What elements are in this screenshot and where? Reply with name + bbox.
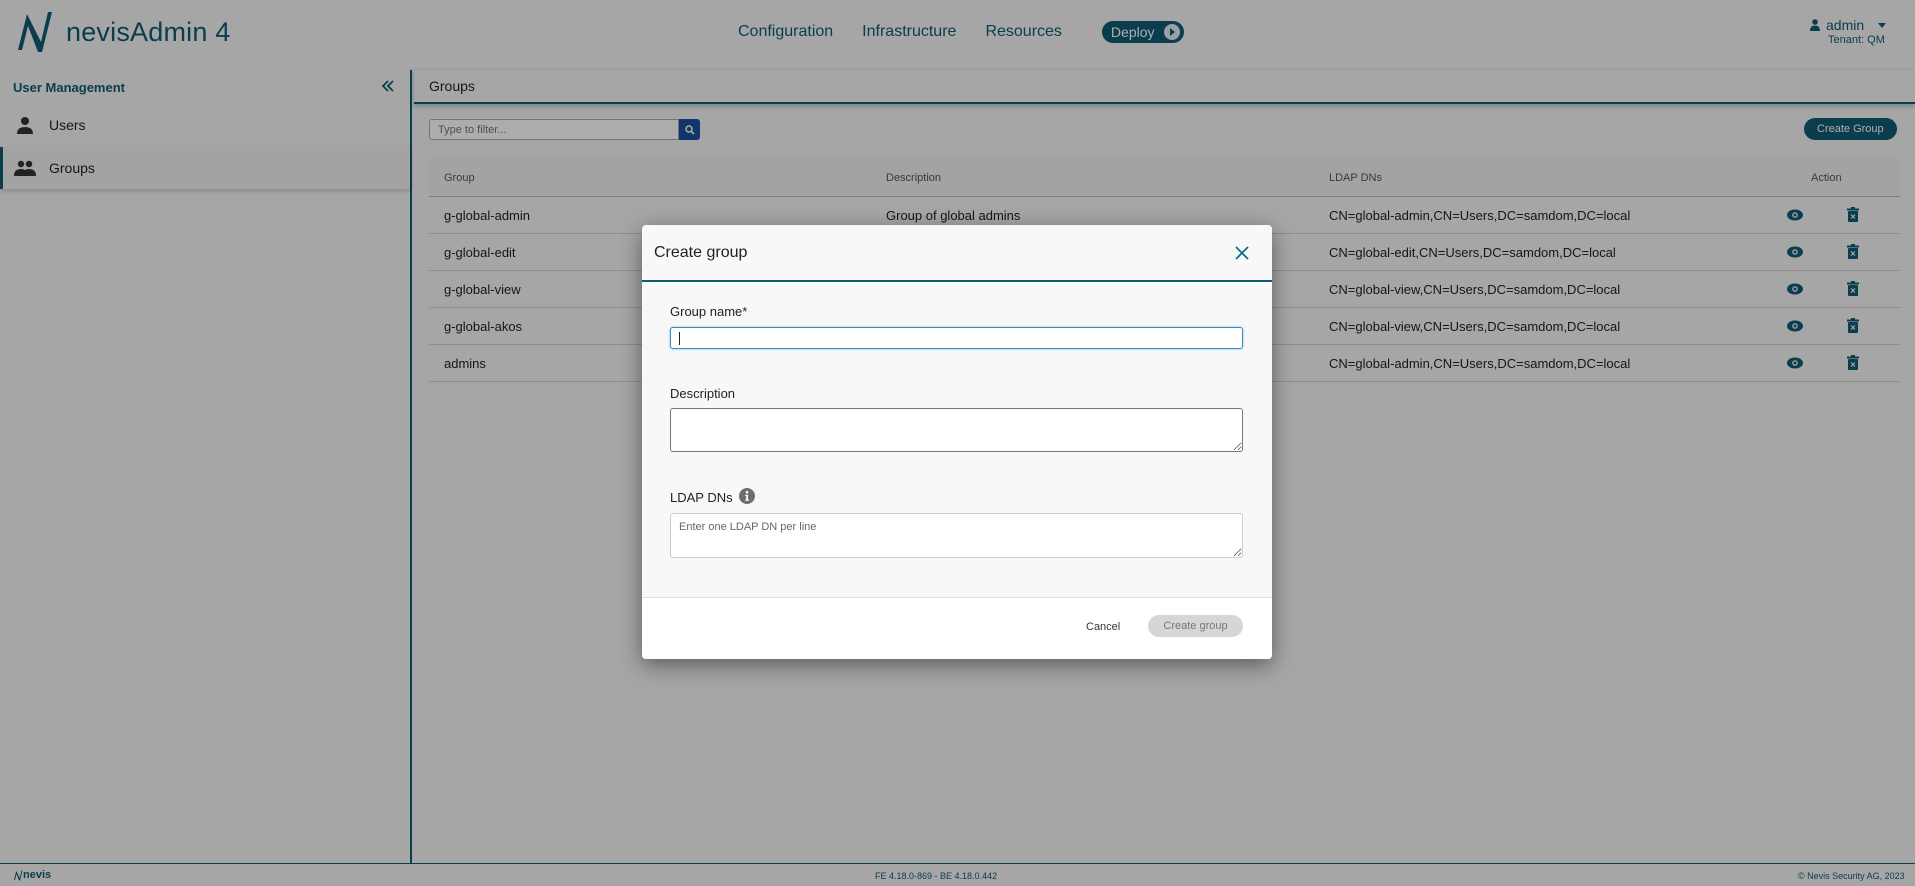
group-name-label: Group name*	[670, 304, 748, 319]
group-name-input[interactable]	[670, 327, 1243, 349]
text-cursor	[679, 332, 680, 345]
create-group-dialog: Create group Group name* Description LDA…	[642, 225, 1272, 659]
dialog-header: Create group	[642, 225, 1272, 282]
description-label: Description	[670, 386, 736, 401]
dialog-footer: Cancel Create group	[642, 597, 1272, 659]
ldap-dns-label: LDAP DNs	[670, 490, 733, 505]
create-group-submit-button[interactable]: Create group	[1148, 615, 1243, 637]
cancel-button[interactable]: Cancel	[1086, 621, 1120, 633]
ldap-dns-textarea[interactable]	[670, 513, 1243, 558]
info-icon[interactable]	[739, 488, 755, 504]
close-icon[interactable]	[1234, 245, 1250, 261]
dialog-title: Create group	[654, 244, 748, 261]
description-textarea[interactable]	[670, 408, 1243, 452]
